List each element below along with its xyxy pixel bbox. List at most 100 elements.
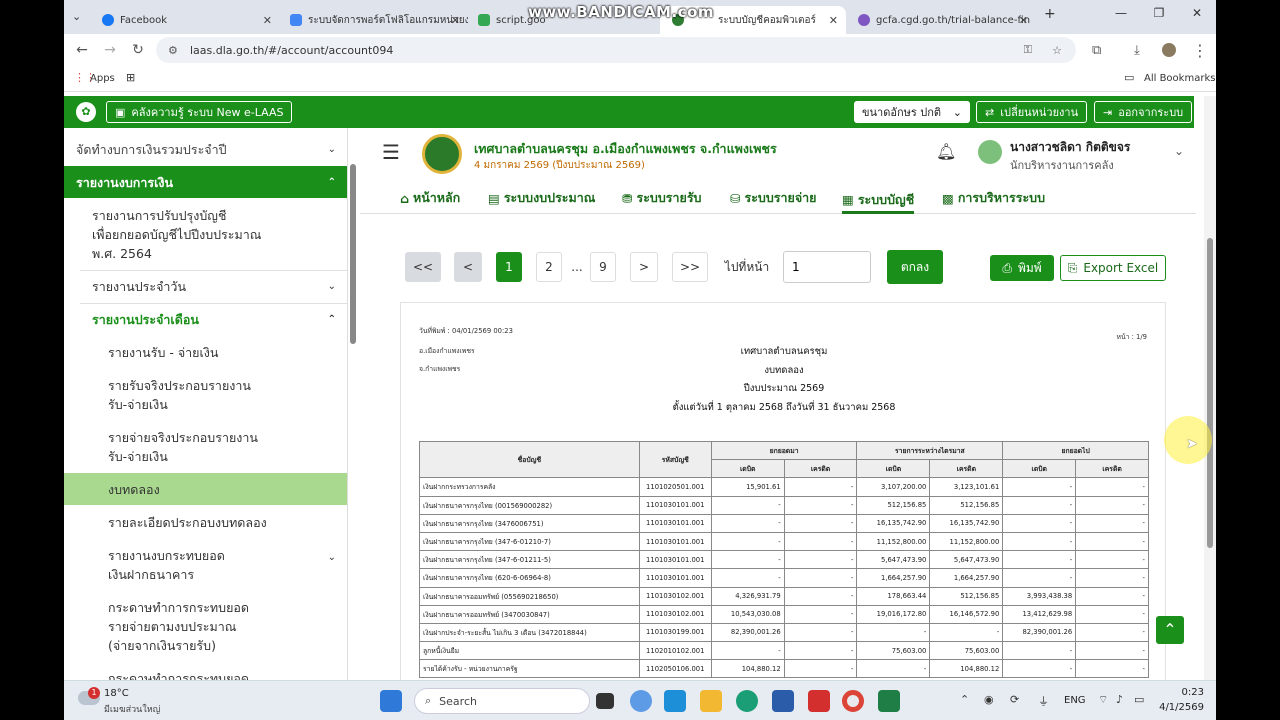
goto-label: ไปที่หน้า bbox=[724, 259, 770, 274]
tab-expense[interactable]: ⛁ ระบบรายจ่าย bbox=[730, 188, 817, 208]
app-l-icon[interactable] bbox=[808, 690, 830, 712]
page-9-button[interactable]: 9 bbox=[590, 252, 616, 282]
taskbar-search[interactable]: ⌕ Search bbox=[414, 688, 590, 714]
tab-revenue[interactable]: ⛃ ระบบรายรับ bbox=[622, 188, 702, 208]
page-scrollbar-thumb[interactable] bbox=[1207, 238, 1213, 548]
sidebar-scrollbar[interactable] bbox=[350, 164, 356, 344]
extensions-icon[interactable]: ⧉ bbox=[1092, 43, 1101, 58]
sidebar-item-budget-reconcile[interactable]: กระดาษทำการกระทบยอด รายจ่ายตามงบประมาณ (… bbox=[64, 598, 347, 655]
goto-ok-button[interactable]: ตกลง bbox=[887, 250, 943, 284]
sidebar-item-adjust-report[interactable]: รายงานการปรับปรุงบัญชี เพื่อยกยอดบัญชีไป… bbox=[64, 206, 347, 263]
page-scrollbar[interactable] bbox=[1204, 96, 1216, 680]
copilot-icon[interactable] bbox=[630, 690, 652, 712]
page-2-button[interactable]: 2 bbox=[536, 252, 562, 282]
clock-time[interactable]: 0:23 bbox=[1174, 687, 1204, 698]
goto-page-input[interactable] bbox=[783, 251, 871, 283]
download-icon[interactable]: ⤓ bbox=[1134, 43, 1140, 58]
tab-groups-icon[interactable]: ⊞ bbox=[126, 71, 135, 84]
language-indicator[interactable]: ENG bbox=[1064, 695, 1086, 706]
cell-c6: - bbox=[1075, 550, 1149, 570]
url-input[interactable]: ⚙ laas.dla.go.th/#/account/account094 ⚿ … bbox=[156, 37, 1076, 63]
page-1-button[interactable]: 1 bbox=[496, 252, 522, 282]
first-page-button[interactable]: << bbox=[405, 252, 441, 282]
tab-search-icon[interactable]: ⌄ bbox=[72, 10, 81, 23]
bell-icon[interactable]: 🔔︎ bbox=[936, 142, 956, 161]
sidebar-item-actual-expense[interactable]: รายจ่ายจริงประกอบรายงาน รับ-จ่ายเงิน bbox=[64, 428, 347, 466]
accessibility-icon[interactable]: ✿ bbox=[76, 102, 96, 122]
chrome-icon[interactable] bbox=[842, 690, 864, 712]
battery-icon[interactable]: ▭ bbox=[1134, 693, 1144, 706]
close-icon[interactable]: ✕ bbox=[1019, 14, 1028, 27]
bookmark-star-icon[interactable]: ☆ bbox=[1052, 44, 1062, 57]
chevron-up-icon: ⌃ bbox=[327, 314, 336, 325]
wifi-icon[interactable]: ⌔ bbox=[1098, 693, 1108, 707]
close-window-icon[interactable]: ✕ bbox=[1178, 6, 1216, 20]
edge-dev-icon[interactable] bbox=[664, 690, 686, 712]
cell-c4: - bbox=[929, 622, 1004, 643]
sidebar-item-reconcile-2[interactable]: กระดาษทำการกระทบยอด bbox=[64, 669, 347, 680]
all-bookmarks-link[interactable]: All Bookmarks bbox=[1144, 73, 1215, 84]
sidebar-item-actual-revenue[interactable]: รายรับจริงประกอบรายงาน รับ-จ่ายเงิน bbox=[64, 376, 347, 414]
cell-name: เงินฝากธนาคารกรุงไทย (347-6-01210-7) bbox=[419, 531, 640, 552]
volume-icon[interactable]: ♪ bbox=[1116, 693, 1123, 706]
next-page-button[interactable]: > bbox=[630, 252, 658, 282]
print-button[interactable]: ⎙ พิมพ์ bbox=[990, 255, 1054, 281]
sidebar-item-financial-reports[interactable]: รายงานงบการเงิน ⌃ bbox=[64, 166, 347, 198]
edge-icon[interactable] bbox=[736, 690, 758, 712]
forward-icon[interactable]: → bbox=[96, 42, 124, 58]
tab-home[interactable]: ⌂ หน้าหลัก bbox=[400, 188, 460, 208]
excel-icon[interactable] bbox=[878, 690, 900, 712]
file-explorer-icon[interactable] bbox=[700, 690, 722, 712]
change-unit-button[interactable]: ⇄ เปลี่ยนหน่วยงาน bbox=[976, 101, 1088, 123]
tab-admin[interactable]: ▩ การบริหารระบบ bbox=[942, 188, 1045, 208]
font-size-select[interactable]: ขนาดอักษร ปกติ ⌄ bbox=[854, 101, 970, 123]
sidebar-item-trial-balance[interactable]: งบทดลอง bbox=[64, 473, 347, 505]
tab-accounting[interactable]: ▦ ระบบบัญชี bbox=[842, 188, 915, 214]
task-view-icon[interactable] bbox=[596, 693, 614, 709]
close-icon[interactable]: ✕ bbox=[829, 14, 838, 27]
sidebar-item-bank-reconcile[interactable]: รายงานงบกระทบยอด เงินฝากธนาคาร ⌄ bbox=[64, 546, 347, 584]
cell-c3: 178,663.44 bbox=[856, 586, 931, 606]
menu-icon[interactable]: ⋮ bbox=[1192, 41, 1208, 60]
reload-icon[interactable]: ↻ bbox=[124, 42, 152, 58]
microphone-icon[interactable]: ⏚ bbox=[1038, 693, 1049, 709]
sidebar-item-consolidated[interactable]: จัดทำงบการเงินรวมประจำปี ⌄ bbox=[64, 140, 347, 159]
security-icon[interactable]: ◉ bbox=[984, 693, 994, 706]
clock-date[interactable]: 4/1/2569 bbox=[1154, 702, 1204, 713]
avatar[interactable] bbox=[978, 140, 1002, 164]
tab-portfolio[interactable]: ระบบจัดการพอร์ตโฟลิโอแกรมหน่วยง ✕ bbox=[282, 6, 468, 34]
scroll-top-button[interactable]: ⌃ bbox=[1156, 616, 1184, 644]
windows-start-icon[interactable] bbox=[380, 690, 402, 712]
knowledge-button[interactable]: ▣ คลังความรู้ ระบบ New e-LAAS bbox=[106, 101, 293, 123]
close-icon[interactable]: ✕ bbox=[263, 14, 272, 27]
tab-budget[interactable]: ▤ ระบบงบประมาณ bbox=[488, 188, 595, 208]
cell-c1: 15,901.61 bbox=[710, 477, 785, 497]
folder-icon: ▭ bbox=[1124, 71, 1135, 84]
hamburger-menu-icon[interactable]: ☰ bbox=[382, 140, 400, 164]
close-icon[interactable]: ✕ bbox=[451, 14, 460, 27]
accounting-icon: ▦ bbox=[842, 192, 854, 207]
apps-link[interactable]: Apps bbox=[90, 73, 115, 84]
sidebar-item-trial-balance-detail[interactable]: รายละเอียดประกอบงบทดลอง bbox=[64, 513, 347, 532]
key-icon[interactable]: ⚿ bbox=[1024, 43, 1032, 57]
sidebar-item-monthly[interactable]: รายงานประจำเดือน ⌃ bbox=[64, 310, 347, 329]
prev-page-button[interactable]: < bbox=[454, 252, 482, 282]
logout-button[interactable]: ⇥ ออกจากระบบ bbox=[1094, 101, 1193, 123]
sidebar-item-daily[interactable]: รายงานประจำวัน ⌄ bbox=[64, 277, 347, 296]
maximize-icon[interactable]: ❐ bbox=[1140, 6, 1178, 20]
logout-icon: ⇥ bbox=[1103, 105, 1113, 119]
sidebar-item-receive-pay[interactable]: รายงานรับ - จ่ายเงิน bbox=[64, 343, 347, 362]
minimize-icon[interactable]: — bbox=[1102, 6, 1140, 20]
export-excel-button[interactable]: ⎘ Export Excel bbox=[1060, 255, 1166, 281]
tray-chevron-icon[interactable]: ⌃ bbox=[960, 693, 969, 706]
site-info-icon[interactable]: ⚙ bbox=[168, 44, 178, 57]
last-page-button[interactable]: >> bbox=[672, 252, 708, 282]
chevron-down-icon[interactable]: ⌄ bbox=[1174, 144, 1184, 158]
sync-icon[interactable]: ⟳ bbox=[1010, 693, 1019, 706]
new-tab-button[interactable]: + bbox=[1044, 6, 1056, 22]
store-icon[interactable] bbox=[772, 690, 794, 712]
tab-gcfa[interactable]: gcfa.cgd.go.th/trial-balance-fin ✕ bbox=[850, 6, 1036, 34]
tab-facebook[interactable]: Facebook ✕ bbox=[94, 6, 280, 34]
back-icon[interactable]: ← bbox=[68, 42, 96, 58]
profile-avatar[interactable] bbox=[1162, 43, 1176, 57]
